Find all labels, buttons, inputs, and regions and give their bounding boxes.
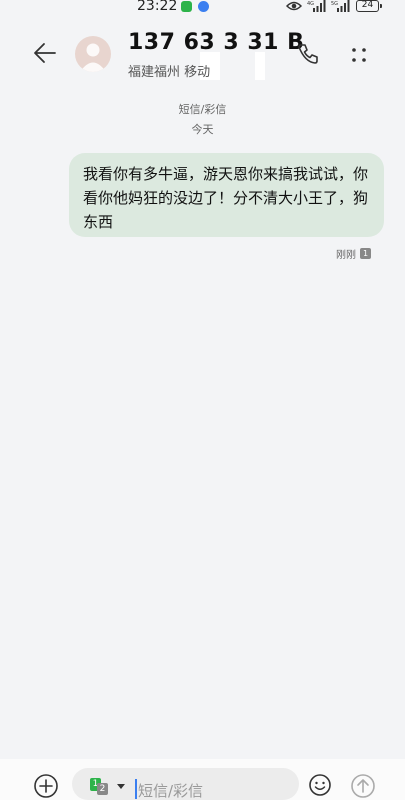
smiley-icon <box>309 774 331 796</box>
sim-2-badge: 2 <box>97 783 108 795</box>
send-button[interactable] <box>350 773 376 799</box>
eye-comfort-icon <box>286 1 302 11</box>
emoji-button[interactable] <box>308 773 332 797</box>
redaction-mark <box>255 52 265 80</box>
composer-bar: 1 2 短信/彩信 <box>0 759 405 800</box>
text-cursor <box>135 779 137 799</box>
message-type-label: 短信/彩信 <box>178 103 227 116</box>
message-text: 我看你有多牛逼，游天恩你来搞我试试，你看你他妈狂的没边了！分不清大小王了，狗东西 <box>83 165 369 231</box>
arrow-left-icon <box>34 43 56 63</box>
message-meta: 刚刚 1 <box>336 246 371 261</box>
add-attachment-button[interactable] <box>33 773 59 799</box>
chevron-down-icon[interactable] <box>117 784 125 789</box>
status-bar: 23:22 4G 5G 24 <box>0 0 405 14</box>
contact-avatar[interactable] <box>75 36 111 72</box>
sim-badge: 1 <box>360 248 371 259</box>
svg-text:4G: 4G <box>307 1 314 7</box>
more-options-button[interactable] <box>348 44 370 66</box>
date-separator: 今天 <box>191 123 214 136</box>
battery-icon: 24 <box>356 0 382 12</box>
person-icon <box>80 43 106 72</box>
plus-circle-icon <box>34 774 58 798</box>
app-notification-icon <box>198 1 209 12</box>
send-arrow-icon <box>351 774 375 798</box>
conversation-header: 137 63 3 31 B 福建福州 移动 <box>0 22 405 86</box>
wechat-notification-icon <box>181 1 192 12</box>
back-button[interactable] <box>32 40 58 66</box>
more-dots-icon <box>352 48 366 62</box>
input-placeholder: 短信/彩信 <box>138 782 204 800</box>
phone-icon <box>298 44 318 64</box>
signal-4g-icon: 4G <box>307 0 326 12</box>
message-bubble[interactable]: 我看你有多牛逼，游天恩你来搞我试试，你看你他妈狂的没边了！分不清大小王了，狗东西 <box>69 153 384 237</box>
svg-text:5G: 5G <box>331 1 338 7</box>
call-button[interactable] <box>296 42 320 66</box>
message-time: 刚刚 <box>336 250 356 261</box>
signal-5g-icon: 5G <box>331 0 350 12</box>
contact-location: 福建福州 移动 <box>128 65 211 80</box>
message-input[interactable]: 1 2 短信/彩信 <box>72 768 299 800</box>
sim-switch-button[interactable]: 1 2 <box>90 778 114 795</box>
status-time: 23:22 <box>137 0 178 14</box>
